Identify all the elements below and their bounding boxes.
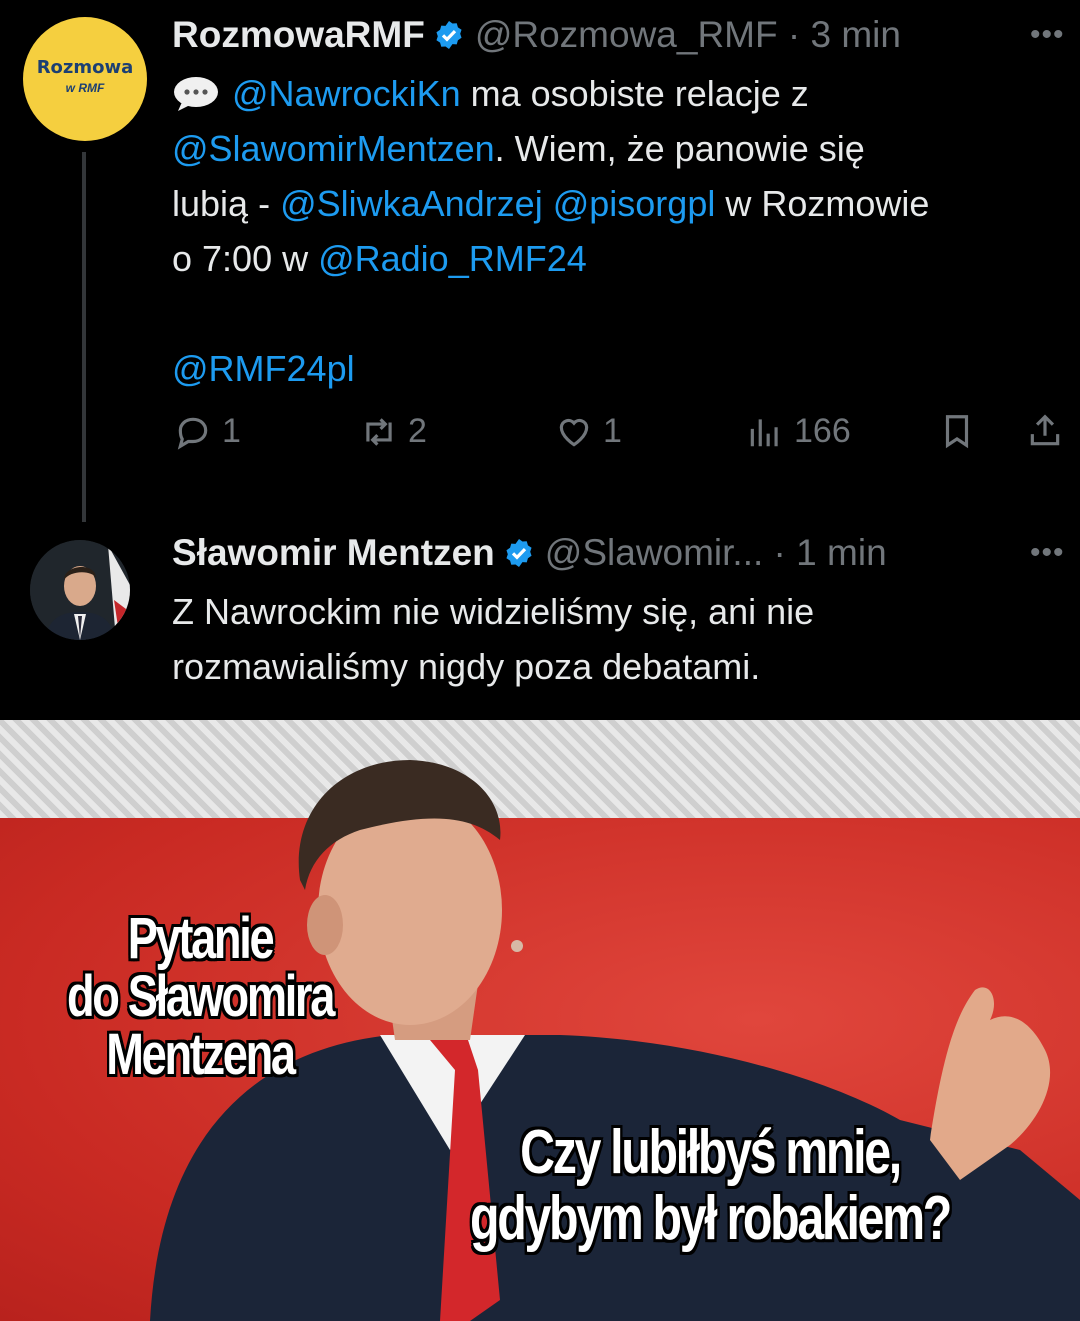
more-options-icon[interactable]: ••• [1030,536,1065,570]
mention-link[interactable]: @RMF24pl [172,348,355,389]
caption-line: Czy lubiłbyś mnie, [520,1118,902,1187]
author-name[interactable]: Sławomir Mentzen [172,532,495,574]
bookmark-icon [945,415,969,449]
meme-image: Pytanie do Sławomira Mentzena Czy lubiłb… [0,720,1080,1321]
views-count: 166 [794,412,851,450]
tweet-thread: Rozmowa w RMF RozmowaRMF @Rozmowa_RMF · … [0,0,1080,720]
reply-count: 1 [222,412,241,450]
avatar-logo-line2: w RMF [65,81,105,95]
mention-link[interactable]: @pisorgpl [553,183,716,224]
tweet2-header: Sławomir Mentzen @Slawomir... · 1 min [172,532,887,574]
author-handle[interactable]: @Slawomir... [545,532,764,574]
tweet1-text: @NawrockiKn ma osobiste relacje z @Slawo… [172,66,1072,396]
views-chart-icon [750,418,778,446]
mention-link[interactable]: @Radio_RMF24 [318,238,587,279]
mention-link[interactable]: @SliwkaAndrzej [280,183,543,224]
bookmark-button[interactable] [938,412,976,450]
tweet-text: o 7:00 w [172,238,319,279]
tweet-text: rozmawialiśmy nigdy poza debatami. [172,646,761,687]
mention-link[interactable]: @NawrockiKn [232,73,461,114]
views-button[interactable]: 166 [746,412,851,451]
mention-link[interactable]: @SlawomirMentzen [172,128,495,169]
tweet-time[interactable]: 1 min [796,532,886,574]
verified-badge-icon [506,539,532,567]
share-icon [1030,414,1060,446]
tweet-text: . Wiem, że panowie się [494,128,865,169]
author-name[interactable]: RozmowaRMF [172,14,425,56]
tweet-text: w Rozmowie [715,183,930,224]
tweet1-actions: 1 2 1 166 [0,412,1080,472]
tweet1-header: RozmowaRMF @Rozmowa_RMF · 3 min [172,14,901,56]
retweet-button[interactable]: 2 [360,412,427,451]
tweet-text: lubią - [172,183,281,224]
mentzen-avatar[interactable] [30,540,130,640]
heart-icon [559,418,589,447]
retweet-count: 2 [408,412,427,450]
caption-line: Mentzena [106,1022,296,1087]
meme-caption-left: Pytanie do Sławomira Mentzena [60,910,341,1084]
verified-badge-icon [436,21,462,49]
reply-icon [177,417,208,450]
tweet-text: Z Nawrockim nie widzieliśmy się, ani nie [172,591,815,632]
reply-button[interactable]: 1 [174,412,241,451]
retweet-icon [366,417,392,446]
more-options-icon[interactable]: ••• [1030,18,1065,52]
caption-line: gdybym był robakiem? [470,1184,952,1253]
tweet2-text: Z Nawrockim nie widzieliśmy się, ani nie… [172,584,1072,694]
avatar-logo-line1: Rozmowa [36,57,134,78]
like-count: 1 [603,412,622,450]
share-button[interactable] [1026,412,1064,450]
person-photo-icon [30,540,130,640]
caption-line: do Sławomira [66,964,335,1029]
caption-line: Pytanie [127,906,275,971]
like-button[interactable]: 1 [555,412,622,451]
tweet-time[interactable]: 3 min [811,14,901,56]
rozmowa-rmf-avatar[interactable]: Rozmowa w RMF [23,17,147,141]
author-handle[interactable]: @Rozmowa_RMF [475,14,778,56]
speech-bubble-icon [174,77,218,111]
tweet-text: ma osobiste relacje z [460,73,809,114]
meme-caption-right: Czy lubiłbyś mnie, gdybym był robakiem? [414,1120,1007,1252]
